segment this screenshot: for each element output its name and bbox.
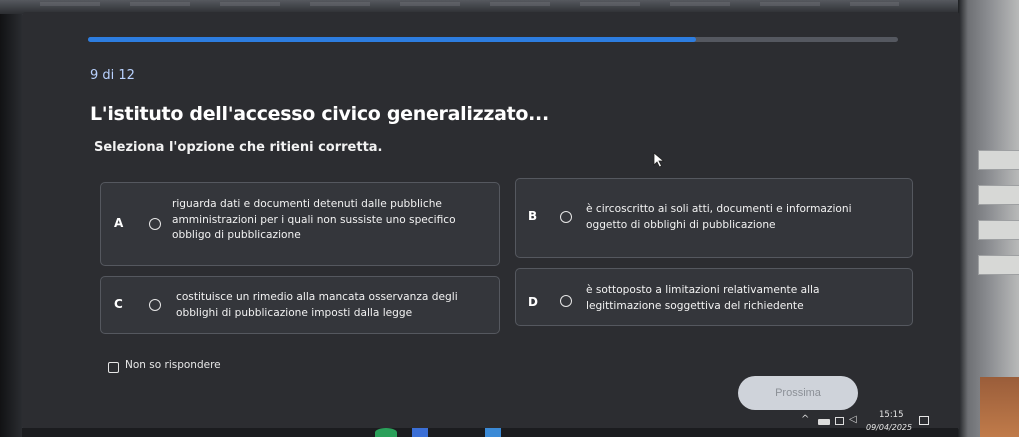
question-counter: 9 di 12 bbox=[90, 68, 135, 83]
answer-option-c[interactable]: C costituisce un rimedio alla mancata os… bbox=[100, 276, 500, 334]
radio-button-a[interactable] bbox=[149, 218, 161, 230]
option-text-line: obblighi di pubblicazione imposti dalla … bbox=[176, 306, 413, 319]
option-text-line: è circoscritto ai soli atti, documenti e… bbox=[586, 203, 852, 215]
option-text-line: riguarda dati e documenti detenuti dalle… bbox=[172, 198, 442, 210]
option-text-line: amministrazioni per i quali non sussiste… bbox=[172, 213, 456, 226]
clock-time[interactable]: 15:15 bbox=[879, 410, 904, 420]
screen-bezel-left bbox=[0, 0, 22, 437]
option-text: è circoscritto ai soli atti, documenti e… bbox=[586, 202, 852, 233]
option-text: costituisce un rimedio alla mancata osse… bbox=[176, 290, 458, 321]
question-title: L'istituto dell'accesso civico generaliz… bbox=[90, 103, 549, 125]
option-letter: A bbox=[114, 216, 124, 230]
option-letter: D bbox=[528, 295, 538, 309]
next-button[interactable]: Prossima bbox=[738, 376, 858, 410]
no-answer-checkbox[interactable] bbox=[108, 362, 119, 373]
battery-icon[interactable] bbox=[818, 419, 830, 425]
option-text-line: costituisce un rimedio alla mancata osse… bbox=[176, 291, 458, 303]
app-icon[interactable] bbox=[412, 428, 428, 437]
option-text-line: obbligo di pubblicazione bbox=[172, 229, 301, 241]
option-text-line: è sottoposto a limitazioni relativamente… bbox=[586, 284, 820, 296]
network-icon[interactable] bbox=[835, 417, 844, 425]
option-text: riguarda dati e documenti detenuti dalle… bbox=[172, 197, 456, 244]
answer-option-b[interactable]: B è circoscritto ai soli atti, documenti… bbox=[515, 178, 913, 258]
progress-bar bbox=[88, 37, 898, 42]
radio-button-b[interactable] bbox=[560, 211, 572, 223]
no-answer-label[interactable]: Non so rispondere bbox=[125, 359, 221, 371]
volume-icon[interactable]: ◁ bbox=[849, 414, 857, 425]
notification-icon[interactable] bbox=[919, 416, 929, 425]
progress-fill bbox=[88, 37, 696, 42]
mouse-cursor-icon bbox=[653, 152, 665, 168]
chevron-up-icon[interactable]: ^ bbox=[801, 414, 809, 425]
radio-button-d[interactable] bbox=[560, 295, 572, 307]
option-text-line: oggetto di obblighi di pubblicazione bbox=[586, 218, 776, 231]
option-letter: C bbox=[114, 297, 123, 311]
option-letter: B bbox=[528, 209, 538, 223]
app-icon[interactable] bbox=[485, 428, 501, 437]
clock-date[interactable]: 09/04/2025 bbox=[866, 423, 912, 432]
option-text-line: legittimazione soggettiva del richiedent… bbox=[586, 299, 804, 312]
radio-button-c[interactable] bbox=[149, 299, 161, 311]
option-text: è sottoposto a limitazioni relativamente… bbox=[586, 283, 819, 314]
answer-option-a[interactable]: A riguarda dati e documenti detenuti dal… bbox=[100, 182, 500, 266]
background-environment bbox=[958, 0, 1019, 437]
chrome-icon[interactable] bbox=[375, 428, 397, 437]
answer-option-d[interactable]: D è sottoposto a limitazioni relativamen… bbox=[515, 268, 913, 326]
question-instruction: Seleziona l'opzione che ritieni corretta… bbox=[94, 140, 383, 155]
quiz-window: 9 di 12 L'istituto dell'accesso civico g… bbox=[22, 12, 960, 430]
